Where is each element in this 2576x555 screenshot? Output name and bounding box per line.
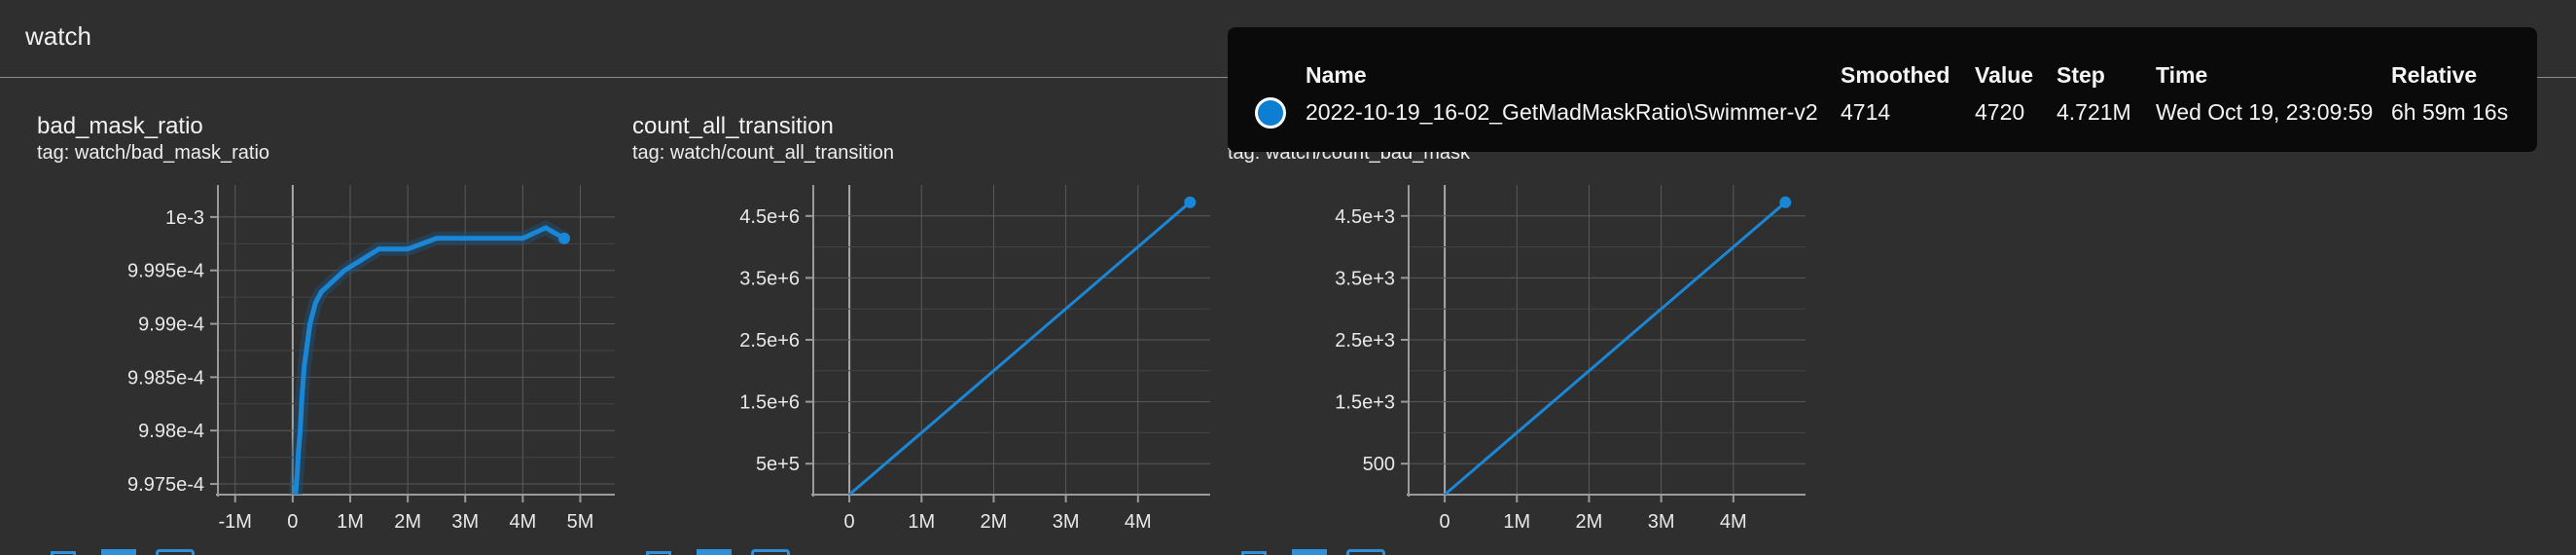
x-tick-label: 5M [567, 511, 594, 533]
series-last-point [1779, 196, 1792, 208]
y-axis-icon[interactable] [1292, 549, 1327, 555]
y-tick-label: 1.5e+3 [1335, 392, 1395, 414]
y-tick-label: 2.5e+6 [739, 330, 800, 352]
y-tick-label: 9.99e-4 [138, 314, 204, 336]
tooltip-header-time: Time [2156, 62, 2208, 88]
chart-card-bad-mask-ratio: bad_mask_ratio tag: watch/bad_mask_ratio… [37, 78, 621, 555]
card-toolbar [51, 549, 245, 555]
x-tick-label: -1M [219, 511, 252, 533]
x-tick-label: 3M [451, 511, 479, 533]
tooltip-header-relative: Relative [2391, 62, 2478, 88]
card-toolbar [646, 549, 841, 555]
x-tick-label: 2M [1576, 511, 1603, 533]
x-tick-label: 4M [1720, 511, 1747, 533]
x-tick-label: 3M [1053, 511, 1080, 533]
y-tick-label: 4.5e+6 [739, 206, 800, 228]
tooltip-header-step: Step [2057, 62, 2105, 88]
x-tick-label: 3M [1648, 511, 1675, 533]
fullscreen-icon[interactable] [51, 549, 76, 555]
y-tick-label: 9.985e-4 [127, 367, 204, 388]
hover-tooltip: Name Smoothed Value Step Time Relative 2… [1228, 27, 2537, 152]
y-tick-label: 500 [1363, 454, 1395, 475]
series-color-dot [1255, 97, 1286, 129]
fit-domain-icon[interactable] [156, 549, 195, 555]
line-chart[interactable]: 0 1M 2M 3M 4M 5e+5 1.5e+6 2.5e+6 3.5e+6 4.5e+6 [632, 78, 1216, 545]
x-tick-label: 1M [1503, 511, 1530, 533]
section-title: watch [25, 21, 91, 51]
series-line [293, 225, 566, 495]
card-toolbar [1241, 549, 1436, 555]
y-tick-label: 1e-3 [165, 207, 204, 229]
x-tick-label: 0 [1440, 511, 1450, 533]
y-tick-label: 3.5e+3 [1335, 268, 1395, 289]
tooltip-header-name: Name [1306, 62, 1367, 88]
x-tick-label: 1M [337, 511, 364, 533]
y-tick-label: 9.995e-4 [127, 261, 204, 282]
x-tick-label: 1M [908, 511, 935, 533]
tooltip-value: 4720 [1975, 99, 2025, 125]
series-line [848, 201, 1192, 495]
y-tick-label: 4.5e+3 [1335, 206, 1395, 228]
series-raw-band [288, 220, 568, 495]
y-tick-label: 9.975e-4 [127, 474, 204, 496]
series-last-point [558, 232, 571, 244]
tooltip-time: Wed Oct 19, 23:09:59 [2156, 99, 2374, 125]
tooltip-smoothed: 4714 [1841, 99, 1891, 125]
series-last-point [1184, 196, 1197, 208]
x-tick-label: 4M [509, 511, 536, 533]
y-axis-icon[interactable] [101, 549, 136, 555]
y-tick-label: 9.98e-4 [138, 421, 204, 442]
fit-domain-icon[interactable] [751, 549, 790, 555]
tooltip-header-smoothed: Smoothed [1841, 62, 1950, 88]
tooltip-header-value: Value [1975, 62, 2034, 88]
y-tick-label: 3.5e+6 [739, 268, 800, 289]
y-tick-label: 5e+5 [756, 454, 800, 475]
x-tick-label: 2M [981, 511, 1008, 533]
x-tick-label: 0 [844, 511, 855, 533]
tooltip-step: 4.721M [2057, 99, 2131, 125]
y-axis-icon[interactable] [697, 549, 732, 555]
tooltip-run-name: 2022-10-19_16-02_GetMadMaskRatio\Swimmer… [1306, 99, 1818, 125]
x-tick-label: 2M [394, 511, 421, 533]
series-line [1444, 201, 1787, 495]
x-tick-label: 0 [287, 511, 298, 533]
tooltip-relative: 6h 59m 16s [2391, 99, 2509, 125]
y-tick-label: 1.5e+6 [739, 392, 800, 414]
fit-domain-icon[interactable] [1346, 549, 1385, 555]
x-tick-label: 4M [1125, 511, 1152, 533]
fullscreen-icon[interactable] [1241, 549, 1267, 555]
chart-card-count-all-transition: count_all_transition tag: watch/count_al… [632, 78, 1216, 555]
line-chart[interactable]: -1M 0 1M 2M 3M 4M 5M 9.975e-4 9.98e-4 9.985e-4 9.9… [37, 78, 621, 545]
fullscreen-icon[interactable] [646, 549, 671, 555]
y-tick-label: 2.5e+3 [1335, 330, 1395, 352]
